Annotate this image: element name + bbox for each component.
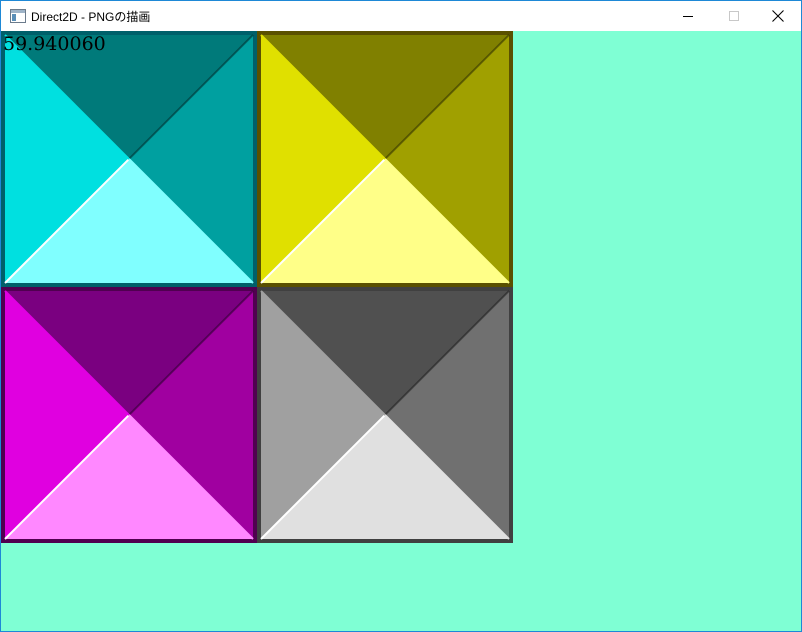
app-window: Direct2D - PNGの描画 59.940060: [0, 0, 802, 632]
maximize-icon: [729, 11, 739, 21]
minimize-icon: [683, 16, 693, 17]
app-window-icon[interactable]: [10, 9, 26, 23]
minimize-button[interactable]: [665, 1, 711, 31]
tile-yellow: [257, 31, 513, 287]
fps-readout: 59.940060: [3, 33, 106, 55]
tile-magenta: [1, 287, 257, 543]
window-title: Direct2D - PNGの描画: [31, 10, 151, 24]
close-button[interactable]: [755, 1, 801, 31]
close-icon: [772, 10, 784, 22]
title-bar[interactable]: Direct2D - PNGの描画: [1, 1, 801, 31]
tile-gray: [257, 287, 513, 543]
tile-cyan: [1, 31, 257, 287]
client-area[interactable]: 59.940060: [1, 31, 801, 631]
maximize-button[interactable]: [711, 1, 757, 31]
